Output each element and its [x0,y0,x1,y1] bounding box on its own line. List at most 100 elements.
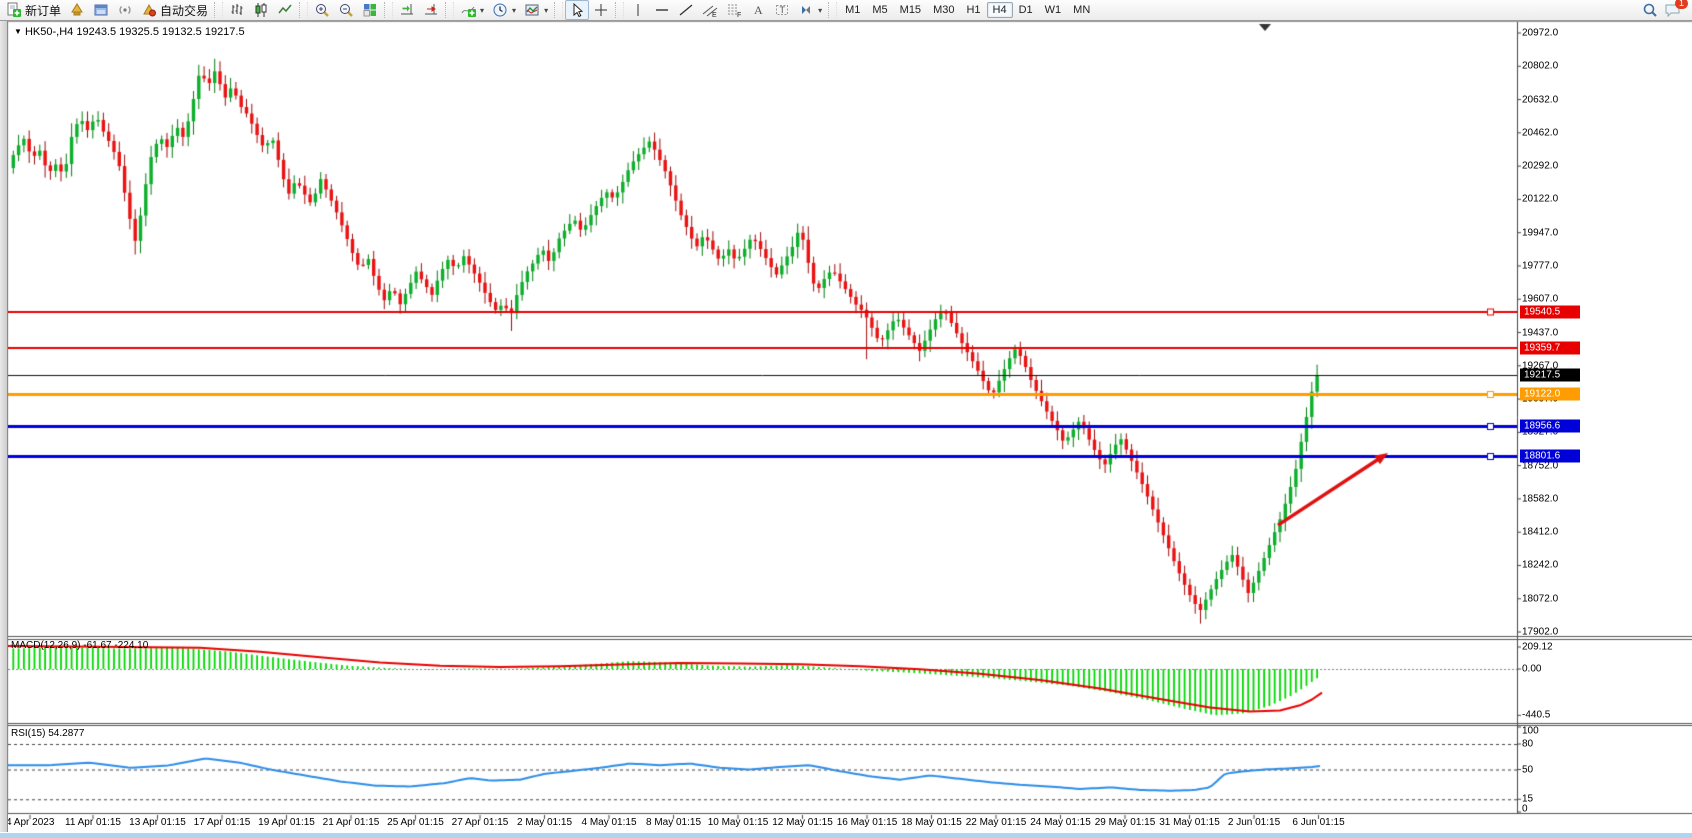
toolbar: 新订单 自动交易 ▾ ▾ ▾ E FAT ▾ M1M5M15M30H1H4D1W1MN 1 [0,0,1692,21]
hline-button[interactable] [650,0,674,20]
time-axis-label: 6 Jun 01:15 [1292,817,1344,828]
cursor-icon [569,2,585,18]
price-line-badge: 19122.0 [1520,387,1580,400]
timeframe-m15-button[interactable]: M15 [894,2,927,18]
chevron-down-icon[interactable]: ▾ [818,6,822,15]
rsi-axis-tick: 50 [1522,764,1533,775]
price-axis-tick: 19607.0 [1522,294,1558,305]
timeframe-m5-button[interactable]: M5 [866,2,893,18]
timeframe-d1-button[interactable]: D1 [1013,2,1039,18]
chart-canvas[interactable] [0,0,1692,838]
trendline-button[interactable] [674,0,698,20]
line-chart-button[interactable] [273,0,297,20]
time-axis-label: 24 May 01:15 [1030,817,1091,828]
chart-dropdown-icon[interactable]: ▼ [14,27,22,36]
price-axis-tick: 19437.0 [1522,327,1558,338]
styler-icon [69,2,85,18]
timeframe-w1-button[interactable]: W1 [1039,2,1068,18]
rsi-axis-tick: 80 [1522,739,1533,750]
timeframe-mn-button[interactable]: MN [1067,2,1096,18]
chart-shift-button[interactable] [419,0,443,20]
toolbar-separator [299,2,308,18]
timeframe-m1-button[interactable]: M1 [839,2,866,18]
price-line-badge: 19359.7 [1520,341,1580,354]
time-axis-label: 8 May 01:15 [646,817,701,828]
text-button[interactable]: A [746,0,770,20]
window-left-border [0,21,8,832]
time-axis-label: 21 Apr 01:15 [323,817,380,828]
tile-icon [362,2,378,18]
candlestick-button[interactable] [249,0,273,20]
indicators-button[interactable]: ▾ [456,0,488,20]
channel-button[interactable]: E [698,0,722,20]
periods-button[interactable]: ▾ [488,0,520,20]
macd-indicator-label: MACD(12,26,9) -61.67 -224.10 [11,640,148,651]
time-axis-label: 12 May 01:15 [772,817,833,828]
toolbar-separator [554,2,563,18]
time-axis-label: 4 May 01:15 [581,817,636,828]
price-axis-tick: 19777.0 [1522,260,1558,271]
search-button[interactable] [1642,2,1658,18]
autoscroll-icon [399,2,415,18]
cursor-button[interactable] [565,0,589,20]
crosshair-button[interactable] [589,0,613,20]
price-axis-tick: 18582.0 [1522,493,1558,504]
svg-text:E: E [712,12,717,18]
ohlc-open: 19243.5 [76,26,116,38]
signal-icon [117,2,133,18]
timeframe-h1-button[interactable]: H1 [960,2,986,18]
macd-axis-tick: 209.12 [1522,642,1553,653]
toolbar-separator [445,2,454,18]
label-icon: T [774,2,790,18]
time-axis-label: 4 Apr 2023 [6,817,54,828]
notification-count-badge: 1 [1675,0,1688,9]
notifications-button[interactable]: 1 [1664,2,1682,18]
bar-chart-button[interactable] [225,0,249,20]
signals-button[interactable] [113,0,137,20]
fibo-icon: F [726,2,742,18]
label-button[interactable]: T [770,0,794,20]
template-icon [524,2,540,18]
toolbar-separator [615,2,624,18]
time-axis-label: 19 Apr 01:15 [258,817,315,828]
bars-icon [229,2,245,18]
macd-axis-tick: -440.5 [1522,710,1550,721]
styler-button[interactable] [65,0,89,20]
time-axis-label: 29 May 01:15 [1095,817,1156,828]
new-order-button[interactable]: 新订单 [2,0,65,20]
autotrade-button[interactable]: 自动交易 [137,0,212,20]
ohlc-close: 19217.5 [205,26,245,38]
market-watch-button[interactable] [89,0,113,20]
arrows-tool-button[interactable]: ▾ [794,0,826,20]
autotrade-button-label: 自动交易 [160,2,208,19]
time-axis-label: 27 Apr 01:15 [452,817,509,828]
time-axis-label: 18 May 01:15 [901,817,962,828]
price-axis-tick: 20292.0 [1522,161,1558,172]
tile-windows-button[interactable] [358,0,382,20]
rsi-axis-tick: 100 [1522,726,1539,737]
zoom-out-button[interactable] [334,0,358,20]
chevron-down-icon[interactable]: ▾ [512,6,516,15]
clock-icon [492,2,508,18]
timeframe-h4-button[interactable]: H4 [987,2,1013,18]
svg-text:A: A [754,3,763,17]
indicators-icon [460,2,476,18]
fibonacci-button[interactable]: F [722,0,746,20]
chevron-down-icon[interactable]: ▾ [544,6,548,15]
toolbar-separator [384,2,393,18]
rsi-indicator-label: RSI(15) 54.2877 [11,728,84,739]
vline-button[interactable] [626,0,650,20]
chevron-down-icon[interactable]: ▾ [480,6,484,15]
zoom-in-icon [314,2,330,18]
auto-scroll-button[interactable] [395,0,419,20]
price-line-badge: 18956.6 [1520,420,1580,433]
hline-icon [654,2,670,18]
templates-button[interactable]: ▾ [520,0,552,20]
linechart-icon [277,2,293,18]
time-axis-label: 16 May 01:15 [837,817,898,828]
timeframe-m30-button[interactable]: M30 [927,2,960,18]
toolbar-separator [828,2,837,18]
price-axis-tick: 20462.0 [1522,127,1558,138]
zoom-in-button[interactable] [310,0,334,20]
time-axis-label: 31 May 01:15 [1159,817,1220,828]
